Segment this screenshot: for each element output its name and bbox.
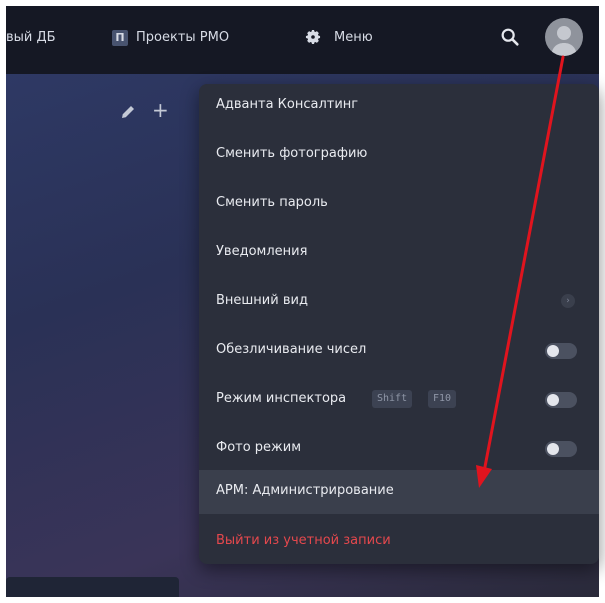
menu-item-anonymize-numbers[interactable]: Обезличивание чисел — [199, 329, 599, 373]
menu-item-notifications[interactable]: Уведомления — [199, 231, 599, 275]
nav-tab-partial[interactable]: вый ДБ — [6, 30, 56, 45]
menu-item-change-photo[interactable]: Сменить фотографию — [199, 133, 599, 177]
plus-icon[interactable]: + — [152, 100, 169, 120]
anonymize-numbers-toggle[interactable] — [545, 343, 577, 359]
bottom-panel — [6, 577, 179, 597]
gear-icon[interactable] — [304, 28, 322, 46]
nav-projects-link[interactable]: Проекты РМО — [136, 30, 229, 45]
toggle-knob — [547, 345, 559, 357]
menu-item-label: Внешний вид — [216, 293, 308, 308]
chevron-right-icon: › — [561, 294, 575, 308]
menu-item-label: Сменить пароль — [216, 195, 328, 210]
inspector-mode-toggle[interactable] — [545, 392, 577, 408]
pencil-icon[interactable] — [119, 103, 137, 121]
user-avatar-icon[interactable] — [545, 18, 583, 56]
projects-badge-icon: П — [112, 30, 128, 46]
menu-item-change-password[interactable]: Сменить пароль — [199, 182, 599, 226]
shortcut-key: Shift — [372, 390, 413, 408]
menu-item-inspector-mode[interactable]: Режим инспектора Shift F10 — [199, 378, 599, 422]
toggle-knob — [547, 394, 559, 406]
search-icon[interactable] — [499, 26, 521, 48]
menu-item-label: Режим инспектора — [216, 391, 347, 406]
menu-item-label: Обезличивание чисел — [216, 342, 367, 357]
menu-item-admin-workstation[interactable]: АРМ: Администрирование — [199, 470, 599, 514]
menu-item-organization[interactable]: Адванта Консалтинг — [199, 84, 599, 128]
menu-item-label: Фото режим — [216, 440, 302, 455]
menu-item-photo-mode[interactable]: Фото режим — [199, 427, 599, 471]
nav-menu-link[interactable]: Меню — [334, 30, 373, 45]
menu-item-appearance[interactable]: Внешний вид › — [199, 280, 599, 324]
menu-item-logout[interactable]: Выйти из учетной записи — [199, 520, 599, 564]
menu-item-label: Адванта Консалтинг — [216, 97, 359, 112]
menu-item-label: Сменить фотографию — [216, 146, 368, 161]
menu-item-label: Выйти из учетной записи — [216, 533, 391, 548]
menu-item-label: АРМ: Администрирование — [216, 483, 394, 498]
user-dropdown-menu: Адванта Консалтинг Сменить фотографию См… — [199, 84, 599, 564]
photo-mode-toggle[interactable] — [545, 441, 577, 457]
toggle-knob — [547, 443, 559, 455]
top-navigation-bar: вый ДБ П Проекты РМО Меню — [6, 6, 599, 74]
menu-item-label: Уведомления — [216, 244, 308, 259]
shortcut-key: F10 — [428, 390, 457, 408]
